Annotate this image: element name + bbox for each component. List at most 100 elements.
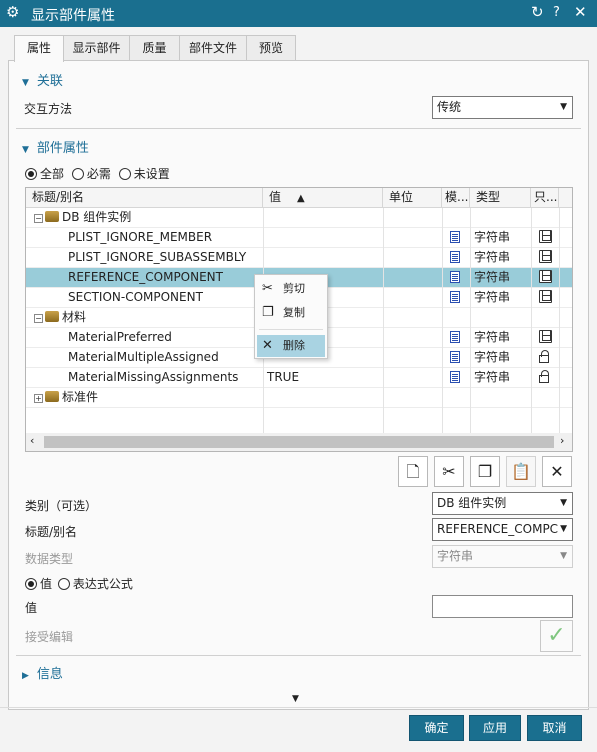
save-icon[interactable]	[539, 270, 552, 283]
value-mode-radio-group: 值 表达式公式	[25, 575, 133, 592]
column-header-value[interactable]: 值 ▲	[263, 188, 383, 208]
close-icon[interactable]: ✕	[574, 3, 587, 21]
radio-icon	[57, 578, 70, 590]
type-cell: 字符串	[474, 330, 511, 344]
value-radio[interactable]: 值	[25, 577, 52, 591]
interaction-method-select[interactable]: 传统 ▼	[432, 96, 573, 119]
document-icon[interactable]	[450, 371, 460, 383]
document-icon[interactable]	[450, 331, 460, 343]
row-title: 材料	[62, 310, 87, 324]
apply-button[interactable]: 应用	[469, 715, 521, 741]
save-icon[interactable]	[539, 230, 552, 243]
value-input[interactable]	[432, 595, 573, 618]
column-header-title[interactable]: 标题/别名	[26, 188, 263, 208]
context-menu-copy[interactable]: ❐ 复制	[257, 302, 325, 324]
collapse-icon[interactable]: −	[34, 314, 43, 323]
part-attributes-section-header[interactable]: ▼ 部件属性	[22, 137, 89, 156]
reset-icon[interactable]: ↻	[531, 3, 544, 21]
gear-icon[interactable]: ⚙	[6, 3, 19, 21]
scrollbar-thumb[interactable]	[44, 436, 554, 448]
horizontal-scrollbar[interactable]: ‹ ›	[26, 433, 572, 451]
table-group-row[interactable]: + 标准件	[26, 388, 572, 408]
copy-button[interactable]: ❐	[470, 456, 500, 487]
dropdown-arrow-icon: ▼	[558, 519, 567, 540]
readonly-cell	[535, 248, 559, 268]
title-cell: PLIST_IGNORE_MEMBER	[64, 228, 263, 248]
value-cell: TRUE	[267, 370, 300, 384]
copy-icon: ❐	[262, 305, 274, 320]
association-section-header[interactable]: ▼ 关联	[22, 70, 63, 89]
collapse-triangle-icon: ▼	[22, 145, 29, 155]
lock-icon[interactable]	[539, 370, 549, 383]
tab-attributes[interactable]: 属性	[14, 35, 64, 62]
ok-button[interactable]: 确定	[409, 715, 464, 741]
filter-all-radio[interactable]: 全部	[25, 167, 64, 181]
column-header-readonly[interactable]: 只...	[531, 188, 559, 208]
help-icon[interactable]: ?	[553, 5, 560, 20]
value-cell	[263, 388, 383, 408]
row-title: SECTION-COMPONENT	[68, 290, 203, 304]
document-icon[interactable]	[450, 251, 460, 263]
package-icon	[45, 391, 59, 402]
column-header-template[interactable]: 模...	[442, 188, 470, 208]
context-menu: ✂ 剪切 ❐ 复制 ✕ 删除	[254, 274, 328, 359]
table-row[interactable]: PLIST_IGNORE_SUBASSEMBLY 字符串	[26, 248, 572, 268]
cancel-button[interactable]: 取消	[527, 715, 582, 741]
title-alias-select[interactable]: REFERENCE_COMPC ▼	[432, 518, 573, 541]
row-title: PLIST_IGNORE_SUBASSEMBLY	[68, 250, 247, 264]
filter-required-radio[interactable]: 必需	[71, 167, 111, 181]
expression-radio[interactable]: 表达式公式	[57, 577, 133, 591]
category-select[interactable]: DB 组件实例 ▼	[432, 492, 573, 515]
save-icon[interactable]	[539, 290, 552, 303]
save-icon[interactable]	[539, 250, 552, 263]
document-icon[interactable]	[450, 291, 460, 303]
scroll-left-icon[interactable]: ‹	[30, 434, 34, 447]
template-cell	[446, 328, 470, 348]
info-section-header[interactable]: ▶ 信息	[22, 663, 63, 682]
column-header-type[interactable]: 类型	[470, 188, 531, 208]
row-title: DB 组件实例	[62, 210, 132, 224]
table-row[interactable]: PLIST_IGNORE_MEMBER 字符串	[26, 228, 572, 248]
delete-button[interactable]: ✕	[542, 456, 572, 487]
lock-icon[interactable]	[539, 350, 549, 363]
data-type-select[interactable]: 字符串 ▼	[432, 545, 573, 568]
filter-unset-radio[interactable]: 未设置	[118, 167, 170, 181]
document-icon[interactable]	[450, 351, 460, 363]
dropdown-arrow-icon: ▼	[560, 102, 567, 112]
template-cell	[446, 288, 470, 308]
document-icon[interactable]	[450, 271, 460, 283]
document-icon[interactable]	[450, 231, 460, 243]
title-alias-label: 标题/别名	[25, 525, 78, 539]
accept-edit-button[interactable]: ✓	[540, 620, 573, 652]
column-header-unit[interactable]: 单位	[383, 188, 442, 208]
save-icon[interactable]	[539, 330, 552, 343]
expand-icon[interactable]: +	[34, 394, 43, 403]
window-title: 显示部件属性	[31, 8, 115, 24]
paste-button[interactable]: 📋	[506, 456, 536, 487]
context-menu-separator	[259, 329, 323, 330]
scroll-right-icon[interactable]: ›	[560, 434, 564, 447]
type-cell: 字符串	[474, 290, 511, 304]
row-title: MaterialPreferred	[68, 330, 172, 344]
cut-button[interactable]: ✂	[434, 456, 464, 487]
collapse-icon[interactable]: −	[34, 214, 43, 223]
column-header-overflow[interactable]	[559, 188, 572, 208]
tab-part-file[interactable]: 部件文件	[179, 35, 247, 61]
more-options-icon[interactable]: ▼	[292, 694, 299, 704]
paste-icon: 📋	[511, 462, 531, 481]
divider	[16, 128, 581, 129]
tab-display-part[interactable]: 显示部件	[63, 35, 130, 61]
title-cell: MaterialMultipleAssigned	[64, 348, 263, 368]
table-group-row[interactable]: − DB 组件实例	[26, 208, 572, 228]
context-menu-cut[interactable]: ✂ 剪切	[257, 278, 325, 300]
template-cell	[446, 348, 470, 368]
table-row[interactable]: MaterialMissingAssignments TRUE 字符串	[26, 368, 572, 388]
tab-preview[interactable]: 预览	[246, 35, 296, 61]
new-attribute-button[interactable]: 🗋	[398, 456, 428, 487]
delete-icon: ✕	[262, 338, 273, 353]
template-cell	[446, 368, 470, 388]
context-menu-delete[interactable]: ✕ 删除	[257, 335, 325, 357]
title-bar: ⚙ 显示部件属性 ↻ ? ✕	[0, 0, 597, 27]
tab-mass[interactable]: 质量	[129, 35, 180, 61]
row-title: PLIST_IGNORE_MEMBER	[68, 230, 213, 244]
